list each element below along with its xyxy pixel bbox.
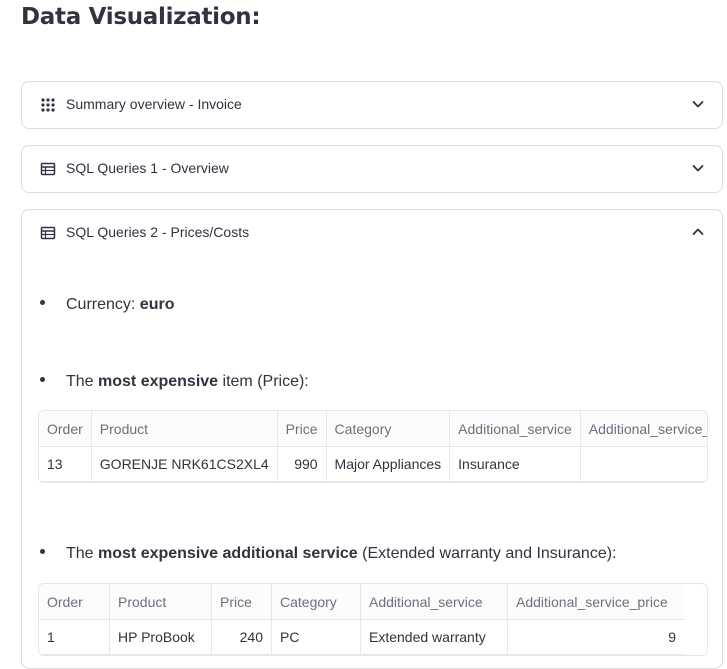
bullet-prefix: The — [66, 545, 99, 562]
column-header[interactable]: Additional_service_price — [507, 584, 684, 620]
column-header[interactable]: Product — [91, 411, 278, 447]
grid-dots-icon — [40, 97, 56, 113]
most-expensive-service-table[interactable]: Order Product Price Category Additional_… — [38, 583, 708, 656]
table-header-row: Order Product Price Category Additional_… — [39, 584, 684, 620]
bullet-dot — [40, 549, 45, 555]
column-header[interactable]: Product — [109, 584, 212, 620]
expander-header[interactable]: SQL Queries 2 - Prices/Costs — [22, 210, 722, 256]
column-header[interactable]: Additional_service — [360, 584, 508, 620]
column-header[interactable]: Order — [39, 411, 92, 447]
table-icon — [40, 161, 56, 177]
bullet-dot — [40, 377, 45, 383]
most-expensive-item-bullet: The most expensive item (Price): — [40, 373, 309, 391]
table-cell[interactable]: 9 — [507, 619, 684, 655]
table-cell[interactable]: 240 — [211, 619, 272, 655]
column-header[interactable]: Category — [326, 411, 451, 447]
table-cell[interactable]: Extended warranty — [360, 619, 508, 655]
expander-header[interactable]: Summary overview - Invoice — [22, 82, 722, 128]
table-cell[interactable]: 100 — [580, 446, 707, 482]
column-header[interactable]: Category — [271, 584, 361, 620]
expander-label: SQL Queries 1 - Overview — [66, 160, 229, 176]
chevron-down-icon — [690, 160, 706, 176]
chevron-down-icon — [690, 96, 706, 112]
table-cell[interactable]: GORENJE NRK61CS2XL4 — [91, 446, 278, 482]
bullet-bold: most expensive additional service — [98, 545, 358, 562]
column-header[interactable]: Order — [39, 584, 110, 620]
currency-bullet: Currency: euro — [40, 296, 174, 314]
bullet-suffix: item (Price): — [218, 373, 309, 390]
expander-header[interactable]: SQL Queries 1 - Overview — [22, 146, 722, 192]
table-cell[interactable]: 990 — [277, 446, 327, 482]
table-cell[interactable]: HP ProBook — [109, 619, 212, 655]
bullet-suffix: (Extended warranty and Insurance): — [357, 545, 617, 562]
table-cell[interactable]: PC — [271, 619, 361, 655]
table-row[interactable]: 13 GORENJE NRK61CS2XL4 990 Major Applian… — [39, 446, 707, 482]
currency-prefix: Currency: — [66, 296, 140, 313]
page-title: Data Visualization: — [21, 4, 261, 30]
column-header[interactable]: Price — [277, 411, 327, 447]
currency-value: euro — [139, 296, 175, 313]
bullet-bold: most expensive — [98, 373, 219, 390]
table-cell[interactable]: 13 — [39, 446, 92, 482]
expander-label: Summary overview - Invoice — [66, 96, 242, 112]
expander-label: SQL Queries 2 - Prices/Costs — [66, 224, 250, 240]
column-header[interactable]: Additional_service_price — [580, 411, 707, 447]
table-cell[interactable]: Insurance — [449, 446, 581, 482]
expander-sql-queries-1[interactable]: SQL Queries 1 - Overview — [21, 145, 723, 193]
bullet-dot — [40, 300, 45, 306]
most-expensive-item-table[interactable]: Order Product Price Category Additional_… — [38, 410, 708, 483]
table-header-row: Order Product Price Category Additional_… — [39, 411, 707, 447]
table-cell[interactable]: 1 — [39, 619, 110, 655]
table-row[interactable]: 1 HP ProBook 240 PC Extended warranty 9 — [39, 619, 684, 655]
bullet-prefix: The — [66, 373, 99, 390]
expander-sql-queries-2[interactable]: SQL Queries 2 - Prices/Costs Currency: e… — [21, 209, 723, 669]
table-cell[interactable]: Major Appliances — [326, 446, 451, 482]
chevron-up-icon — [690, 224, 706, 240]
expander-summary-overview[interactable]: Summary overview - Invoice — [21, 81, 723, 129]
table-icon — [40, 225, 56, 241]
column-header[interactable]: Price — [211, 584, 272, 620]
column-header[interactable]: Additional_service — [449, 411, 581, 447]
most-expensive-service-bullet: The most expensive additional service (E… — [40, 545, 617, 563]
